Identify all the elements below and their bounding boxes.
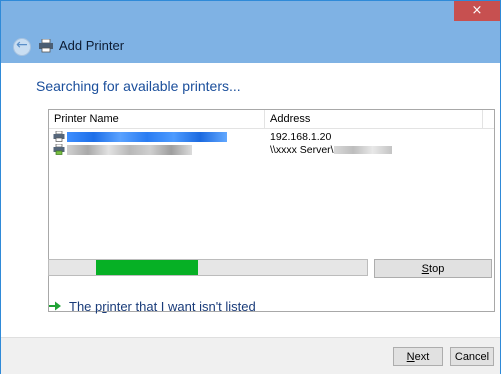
- stop-label: top: [429, 263, 445, 275]
- column-header-filler: [483, 110, 498, 128]
- printer-list[interactable]: Printer Name Address 192.168.1.20 \\xxxx…: [48, 109, 495, 312]
- address-prefix: \\xxxx Server\: [270, 144, 334, 156]
- column-header-printer-name[interactable]: Printer Name: [49, 110, 265, 128]
- printer-address: \\xxxx Server\: [270, 144, 392, 156]
- redacted-address: [333, 146, 392, 155]
- close-button[interactable]: ×: [454, 1, 500, 21]
- wizard-header: ← Add Printer: [1, 29, 500, 63]
- list-item[interactable]: \\xxxx Server\: [49, 144, 494, 156]
- printer-address: 192.168.1.20: [270, 131, 332, 143]
- cancel-button[interactable]: Cancel: [450, 347, 494, 366]
- wizard-content: Searching for available printers... Prin…: [1, 63, 500, 337]
- stop-button[interactable]: Stop: [374, 259, 492, 278]
- title-bar: ×: [1, 1, 500, 29]
- network-printer-icon: [53, 144, 65, 155]
- progress-fill: [96, 260, 198, 275]
- column-header-address[interactable]: Address: [265, 110, 483, 128]
- next-button[interactable]: Next: [393, 347, 443, 366]
- back-button[interactable]: ←: [13, 37, 31, 56]
- green-arrow-icon: [49, 301, 61, 311]
- stop-accel: S: [421, 263, 430, 275]
- add-printer-window: × ← Add Printer Searching for available …: [0, 0, 501, 374]
- redacted-printer-name: [67, 132, 227, 142]
- list-header: Printer Name Address: [49, 110, 494, 129]
- next-label: ext: [414, 351, 430, 363]
- printer-not-listed-text: The printer that I want isn't listed: [69, 299, 256, 314]
- next-accel: N: [406, 351, 415, 363]
- wizard-footer: Next Cancel: [1, 337, 500, 374]
- redacted-printer-name: [67, 145, 192, 155]
- searching-heading: Searching for available printers...: [36, 78, 241, 94]
- printer-icon: [53, 131, 65, 142]
- printer-icon: [39, 39, 53, 53]
- back-arrow-icon: ←: [16, 37, 28, 53]
- window-title: Add Printer: [59, 38, 125, 53]
- search-progress-bar: [48, 259, 368, 276]
- list-item[interactable]: 192.168.1.20: [49, 131, 494, 143]
